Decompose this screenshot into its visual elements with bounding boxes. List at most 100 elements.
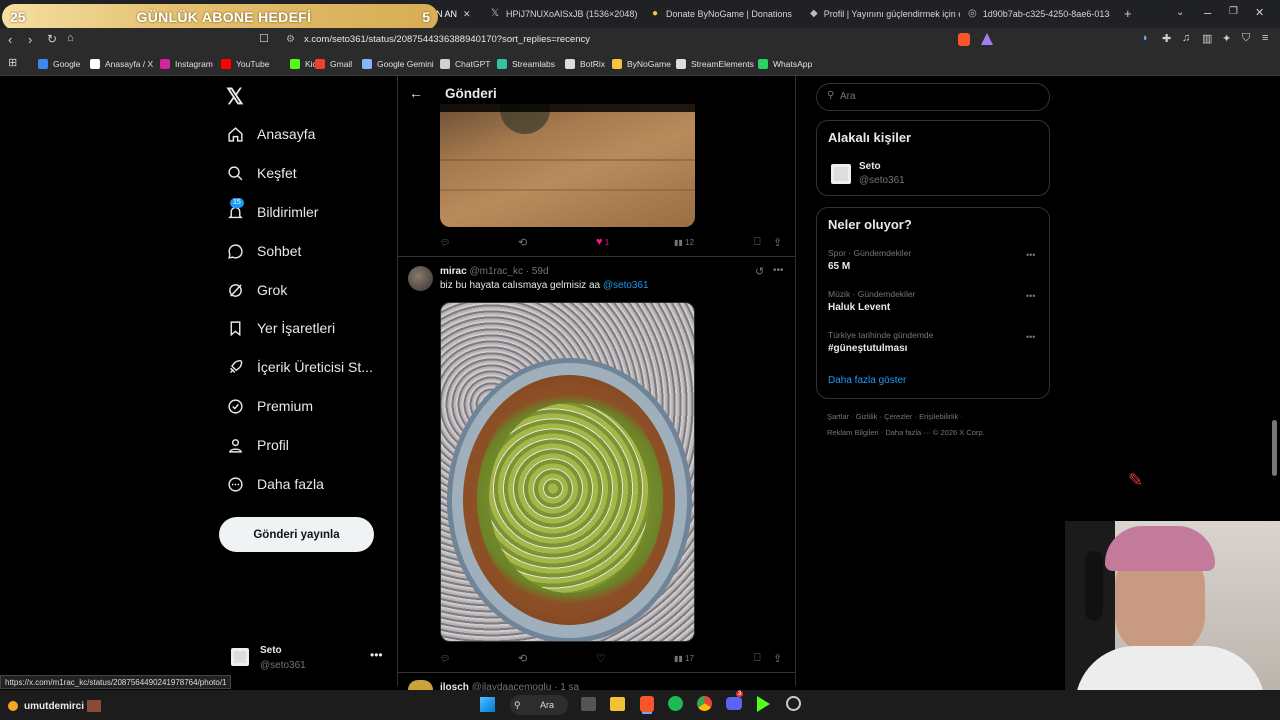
tab-uuid[interactable]: ◎ 1d90b7ab-c325-4250-8ae6-0134d9 [968,0,1110,28]
windows-start-icon[interactable] [480,697,495,712]
back-icon[interactable]: ‹ [8,32,12,47]
reply-icon[interactable]: 💬︎ [440,651,450,665]
bookmark-item[interactable]: Instagram [160,57,213,71]
avatar[interactable] [831,164,851,184]
tab-image[interactable]: 𝕏 HPiJ7NUXoAISxJB (1536×2048) [490,0,640,28]
nav-home[interactable]: Anasayfa [226,120,315,148]
more-icon[interactable]: ••• [370,648,383,662]
repost-icon[interactable]: ⟲ [518,235,527,249]
heart-icon[interactable]: ♡ [596,651,606,665]
brave-rewards-icon[interactable] [981,33,993,45]
discord-icon[interactable]: 3 [726,691,744,710]
trend-item[interactable]: Müzik · Gündemdekiler Haluk Levent ••• [828,289,1038,321]
bookmark-icon[interactable]: ⎕ [754,235,761,249]
tab-profile[interactable]: ◆ Profil | Yayınını güçlendirmek için e [810,0,960,28]
bookmark-icon[interactable]: ⎕ [754,651,761,665]
translate-icon[interactable]: ◗ [1142,32,1149,44]
author-name[interactable]: mirac [440,266,467,277]
nav-bookmarks[interactable]: Yer İşaretleri [226,314,335,342]
repost-icon[interactable]: ⟲ [518,651,527,665]
leo-ai-icon[interactable]: ✦ [1222,32,1231,45]
share-icon[interactable]: ⇪ [773,235,782,249]
bookmark-item[interactable]: Gmail [315,57,352,71]
nav-creator-studio[interactable]: İçerik Üreticisi St... [226,353,373,381]
bookmark-item[interactable]: YouTube [221,57,269,71]
avatar[interactable] [408,266,433,291]
tab-active[interactable]: N AN ✕ [436,0,478,28]
bookmark-page-icon[interactable]: ☐ [259,32,269,45]
nav-chat[interactable]: Sohbet [226,237,301,265]
brave-shield-icon[interactable] [958,33,970,46]
menu-icon[interactable]: ≡ [1262,32,1268,44]
nav-premium[interactable]: Premium [226,392,313,420]
maximize-icon[interactable]: ❐ [1229,6,1238,17]
like-button[interactable]: ♥ 1 [596,235,609,249]
close-window-icon[interactable]: ✕ [1255,6,1264,19]
bookmark-item[interactable]: Streamlabs [497,57,555,71]
footer-links[interactable]: Şartlar · Gizlilik · Çerezler · Erişileb… [827,412,963,421]
post-image[interactable] [440,104,695,227]
person-name[interactable]: Seto [859,161,881,172]
task-view-icon[interactable] [581,697,596,711]
trend-item[interactable]: Türkiye tarihinde gündemde #güneştutulma… [828,330,1038,362]
tab-donate[interactable]: ● Donate ByNoGame | Donations [650,0,800,28]
reload-icon[interactable]: ↻ [47,32,57,46]
nav-grok[interactable]: Grok [226,276,287,304]
bookmark-item[interactable]: BotRix [565,57,605,71]
x-logo-icon[interactable]: 𝕏 [226,84,244,110]
grok-icon[interactable]: ↺ [755,265,764,278]
forward-icon[interactable]: › [28,32,32,47]
obs-icon[interactable] [786,696,801,711]
chrome-icon[interactable] [697,696,712,711]
post-time[interactable]: · 1 sa [554,682,579,690]
more-icon[interactable]: ••• [1026,332,1035,342]
apps-grid-icon[interactable]: ⊞ [8,56,17,69]
more-icon[interactable]: ••• [1026,250,1035,260]
more-icon[interactable]: ••• [773,265,784,276]
nav-profile[interactable]: Profil [226,431,289,459]
post-button[interactable]: Gönderi yayınla [219,517,374,552]
search-input[interactable]: ⚲ Ara [816,83,1050,111]
author-handle[interactable]: @ilaydaacemoglu [472,682,552,690]
scrollbar-thumb[interactable] [1272,420,1277,476]
vpn-icon[interactable]: ⛉ [1242,32,1250,45]
footer-links[interactable]: Reklam Bilgileri · Daha fazla ··· © 2026… [827,428,985,437]
chevron-down-icon[interactable]: ⌄ [1176,7,1184,18]
brave-browser-icon[interactable] [640,696,654,712]
file-explorer-icon[interactable] [610,697,625,711]
avatar[interactable] [408,680,433,690]
bookmark-item[interactable]: Google Gemini [362,57,434,71]
taskbar-search[interactable]: ⚲ Ara [510,695,568,715]
media-icon[interactable]: ♫ [1182,32,1190,44]
trend-item[interactable]: Spor · Gündemdekiler 65 M ••• [828,248,1038,280]
spotify-icon[interactable] [668,696,683,711]
nav-explore[interactable]: Keşfet [226,159,297,187]
views-button[interactable]: ▮▮ 17 [674,651,694,665]
nav-more[interactable]: Daha fazla [226,470,324,498]
account-switcher[interactable]: Seto @seto361 ••• [226,640,396,676]
bookmark-item[interactable]: Google [38,57,80,71]
minimize-icon[interactable]: – [1204,5,1211,20]
close-tab-icon[interactable]: ✕ [463,9,471,20]
author-handle[interactable]: @m1rac_kc [469,266,523,277]
back-arrow-icon[interactable]: ← [409,85,423,101]
bookmark-item[interactable]: ByNoGame [612,57,671,71]
show-more-link[interactable]: Daha fazla göster [828,375,906,386]
nav-notifications[interactable]: 15 Bildirimler [226,198,318,226]
url-field[interactable]: ⚙ x.com/seto361/status/20875443363889401… [280,31,1000,49]
extensions-icon[interactable]: ✚ [1162,32,1171,45]
author-name[interactable]: ilosch [440,682,469,690]
sidebar-icon[interactable]: ▥ [1202,32,1212,45]
views-button[interactable]: ▮▮ 12 [674,235,694,249]
reply-icon[interactable]: 💬︎ [440,235,450,249]
site-info-icon[interactable]: ⚙ [286,31,295,49]
more-icon[interactable]: ••• [1026,291,1035,301]
mention-link[interactable]: @seto361 [603,280,649,291]
kick-icon[interactable] [757,696,770,712]
bookmark-item[interactable]: WhatsApp [758,57,812,71]
home-icon[interactable]: ⌂ [67,32,74,44]
bookmark-item[interactable]: StreamElements [676,57,754,71]
person-handle[interactable]: @seto361 [859,175,905,186]
new-tab-icon[interactable]: + [1124,6,1132,21]
share-icon[interactable]: ⇪ [773,651,782,665]
